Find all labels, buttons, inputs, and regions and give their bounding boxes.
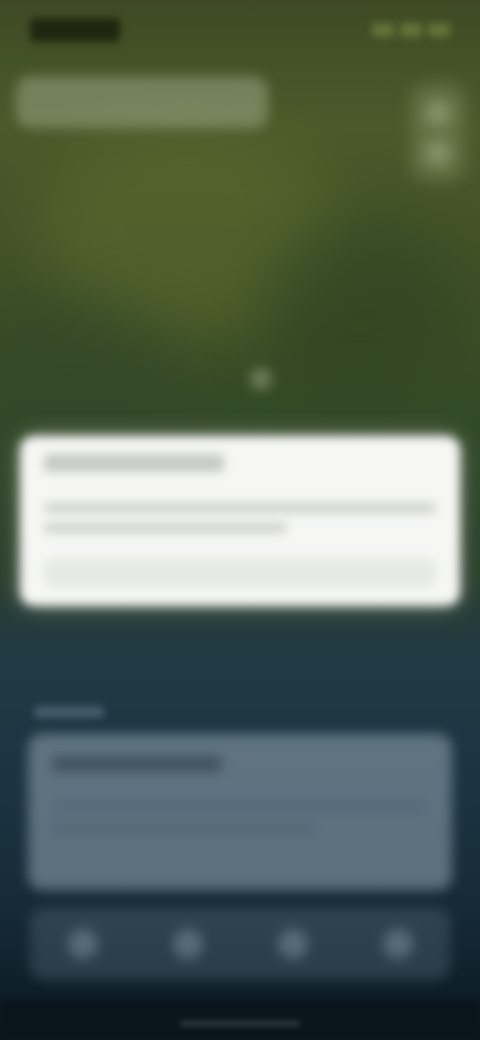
info-card[interactable] [20,436,460,606]
info-card-title [44,454,224,472]
status-time [30,18,120,42]
section-label [34,706,104,718]
search-bar[interactable] [16,76,268,128]
action-icon-1[interactable] [67,929,98,959]
home-handle[interactable] [180,1021,300,1026]
location-marker-icon[interactable] [250,368,272,390]
battery-icon [428,23,450,37]
info-card-button[interactable] [44,558,436,588]
bottom-card-text-line [52,824,316,834]
signal-icon [372,23,394,37]
navigation-bar [0,1000,480,1040]
layers-icon[interactable] [425,100,451,126]
status-icons [372,23,450,37]
status-bar [30,16,450,44]
action-icon-2[interactable] [172,929,203,959]
info-card-text-line [44,523,288,533]
wifi-icon [400,23,422,37]
info-card-text-line [44,503,436,513]
compass-icon[interactable] [425,140,451,166]
bottom-card-text-line [52,802,428,812]
bottom-card[interactable] [28,734,452,890]
action-icon-3[interactable] [277,929,308,959]
info-card-body [44,503,436,533]
bottom-card-title [52,756,222,772]
map-controls [410,82,466,182]
map-texture [260,220,460,400]
action-icon-4[interactable] [382,929,413,959]
screen [0,0,480,1040]
actions-bar [30,908,450,980]
